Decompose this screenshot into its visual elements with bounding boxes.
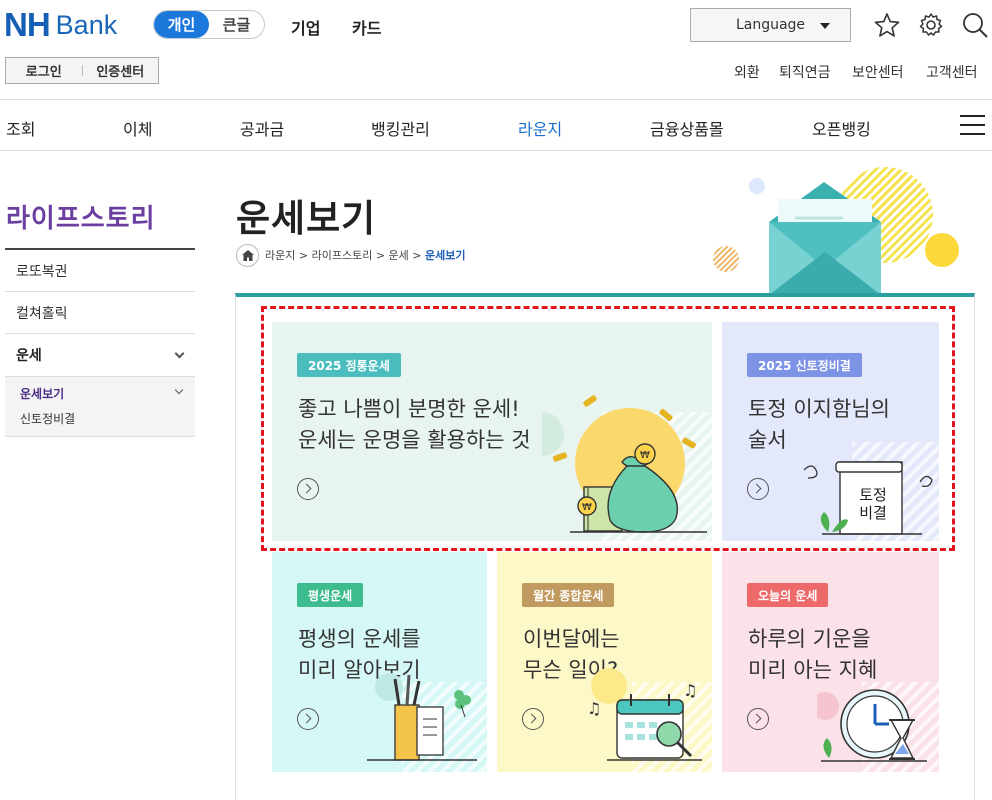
breadcrumb: 라운지 > 라이프스토리 > 운세 > 운세보기: [236, 243, 466, 267]
breadcrumb-item[interactable]: 운세: [389, 247, 409, 263]
highlight-box: [261, 306, 955, 551]
nav-open-banking[interactable]: 오픈뱅킹: [812, 116, 871, 140]
card-line: 하루의 기운을: [748, 627, 871, 651]
sidebar-item-label: 컬쳐홀릭: [16, 305, 68, 322]
nav-financial-products[interactable]: 금융상품몰: [650, 116, 724, 140]
sidebar-title: 라이프스토리: [6, 204, 156, 234]
login-button[interactable]: 로그인: [6, 61, 82, 80]
cert-center-button[interactable]: 인증센터: [83, 61, 159, 80]
chevron-down-icon: [174, 348, 185, 359]
sidebar-item-culture[interactable]: 컬쳐홀릭: [5, 292, 195, 334]
breadcrumb-separator: >: [408, 248, 426, 262]
forex-link[interactable]: 외환: [734, 62, 760, 82]
breadcrumb-separator: >: [372, 248, 389, 262]
chevron-down-icon: [820, 23, 830, 29]
nav-utility-bills[interactable]: 공과금: [240, 116, 284, 140]
card-monthly-fortune[interactable]: 월간 종합운세 이번달에는 무슨 일이? ♫ ♫: [497, 552, 712, 772]
breadcrumb-current: 운세보기: [425, 249, 466, 262]
nh-bank-logo[interactable]: NH Bank: [4, 6, 118, 43]
nav-inquiry[interactable]: 조회: [6, 116, 35, 140]
language-label: Language: [735, 17, 806, 33]
sidebar-item-fortune[interactable]: 운세: [5, 334, 195, 377]
mode-toggle: 개인 큰글: [153, 10, 265, 39]
card-today-fortune[interactable]: 오늘의 운세 하루의 기운을 미리 아는 지혜: [722, 552, 939, 772]
sidebar-item-label: 로또복권: [16, 263, 68, 280]
envelope-illustration: [713, 167, 959, 295]
language-select[interactable]: Language: [690, 8, 851, 42]
card-link[interactable]: 카드: [352, 15, 381, 39]
breadcrumb-separator: >: [295, 248, 312, 262]
nav-banking-management[interactable]: 뱅킹관리: [371, 116, 430, 140]
svg-text:♫: ♫: [587, 699, 601, 718]
card-line: 평생의 운세를: [298, 627, 421, 651]
svg-text:♫: ♫: [683, 681, 697, 700]
security-center-link[interactable]: 보안센터: [852, 62, 904, 82]
gear-icon[interactable]: [918, 12, 944, 38]
large-text-mode-button[interactable]: 큰글: [209, 11, 264, 38]
nav-transfer[interactable]: 이체: [123, 116, 152, 140]
pencil-document-icon: [367, 673, 477, 761]
logo-text: Bank: [55, 9, 118, 40]
hamburger-menu-icon[interactable]: [960, 115, 985, 135]
personal-mode-button[interactable]: 개인: [154, 11, 209, 38]
arrow-right-icon[interactable]: [522, 708, 544, 730]
customer-center-link[interactable]: 고객센터: [926, 62, 978, 82]
pension-link[interactable]: 퇴직연금: [779, 62, 831, 82]
logo-mark: NH: [4, 6, 51, 43]
nav-lounge[interactable]: 라운지: [518, 116, 562, 140]
breadcrumb-item[interactable]: 라이프스토리: [312, 247, 373, 263]
card-badge: 오늘의 운세: [747, 583, 829, 607]
card-lifetime-fortune[interactable]: 평생운세 평생의 운세를 미리 알아보기: [272, 552, 487, 772]
clock-hourglass-icon: [817, 689, 927, 762]
breadcrumb-item[interactable]: 라운지: [265, 247, 295, 263]
submenu-tojeong[interactable]: 신토정비결: [20, 410, 75, 427]
login-box: 로그인 인증센터: [5, 57, 159, 84]
arrow-right-icon[interactable]: [297, 708, 319, 730]
corporate-link[interactable]: 기업: [291, 15, 320, 39]
submenu-fortune-view[interactable]: 운세보기: [20, 385, 64, 402]
home-icon[interactable]: [236, 243, 259, 267]
calendar-icon: ♫ ♫: [587, 668, 702, 761]
arrow-right-icon[interactable]: [747, 708, 769, 730]
card-badge: 평생운세: [297, 583, 364, 607]
sidebar-item-lotto[interactable]: 로또복권: [5, 250, 195, 292]
page-title: 운세보기: [236, 197, 377, 240]
sidebar-item-label: 운세: [16, 348, 42, 364]
card-badge: 월간 종합운세: [522, 583, 615, 607]
star-icon[interactable]: [874, 12, 900, 38]
card-line: 이번달에는: [523, 627, 620, 651]
search-icon[interactable]: [961, 11, 989, 39]
